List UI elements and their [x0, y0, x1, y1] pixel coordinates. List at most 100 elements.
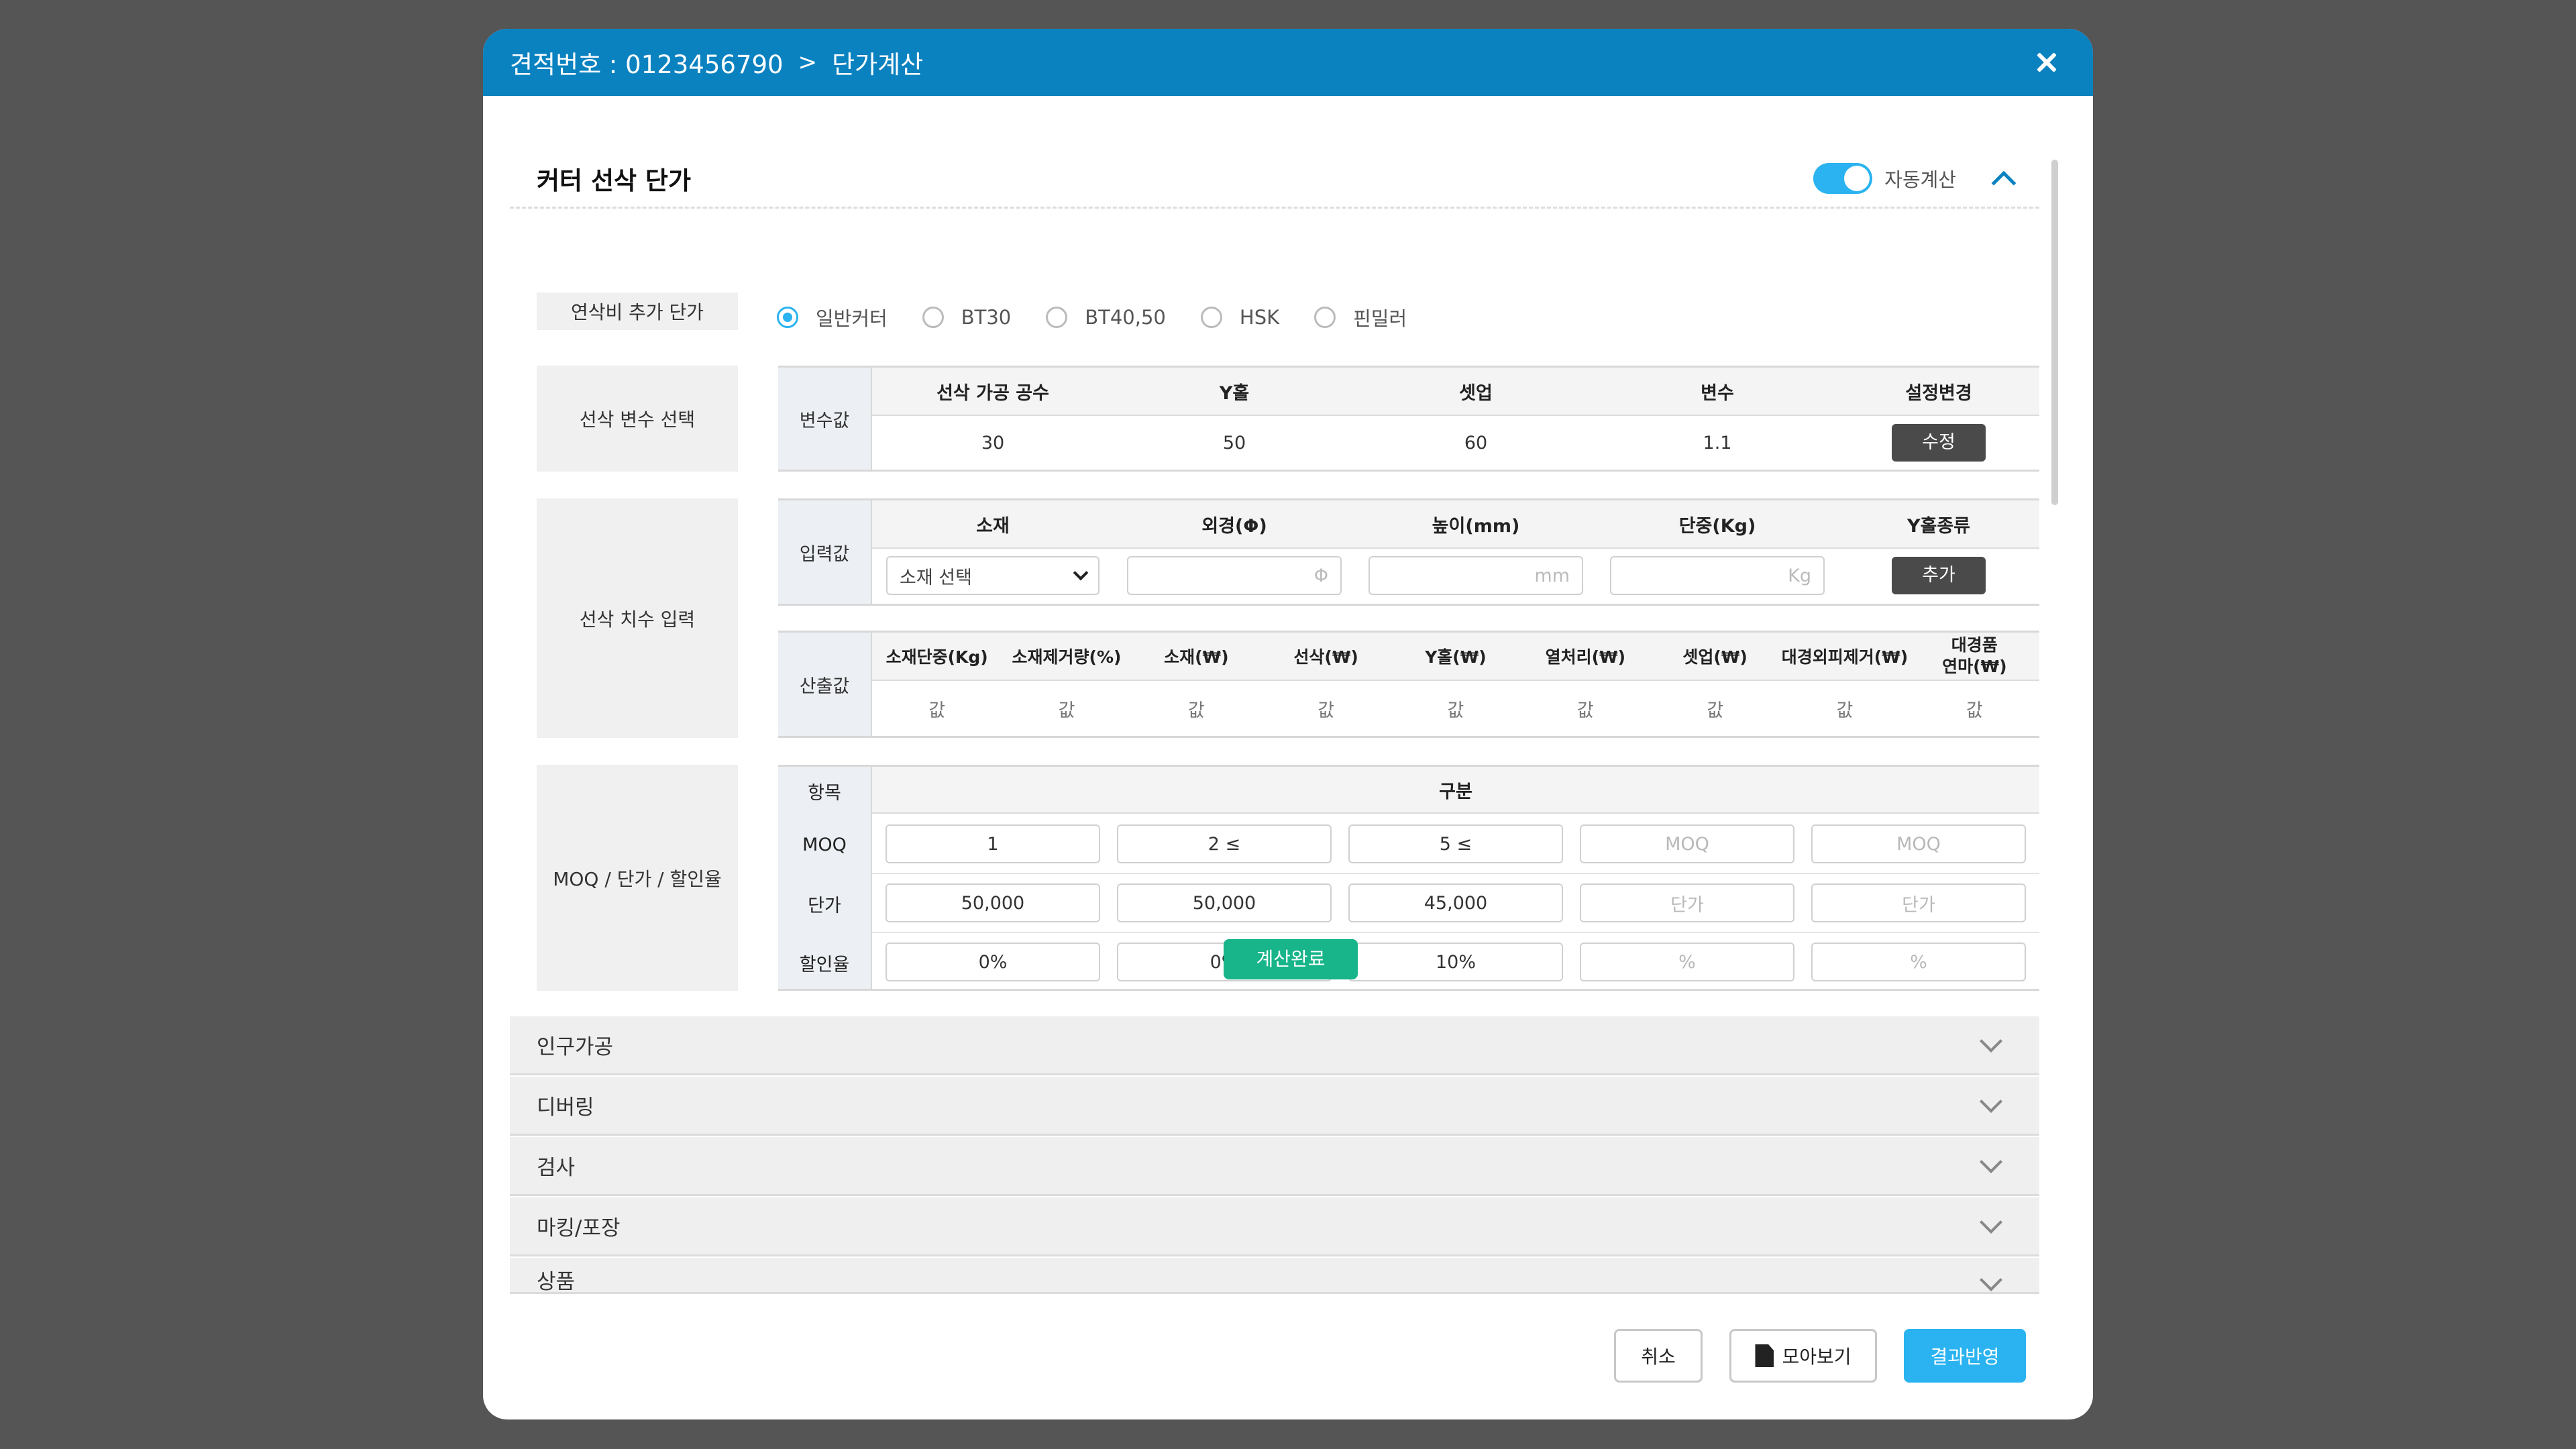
estimate-number: 견적번호 : 0123456790	[510, 50, 784, 79]
column-header: 소재(₩)	[1164, 647, 1229, 667]
price-input[interactable]: 단가	[1580, 883, 1794, 922]
radio-bt40-50[interactable]: BT40,50	[1046, 306, 1166, 329]
pdf-file-icon	[1755, 1344, 1774, 1367]
column-header: 외경(Φ)	[1201, 515, 1267, 537]
accordion-item[interactable]: 검사	[510, 1137, 2039, 1196]
accordion-item[interactable]: 상품	[510, 1258, 2039, 1294]
column-header: 셋업(₩)	[1682, 647, 1748, 667]
unit-price-modal: 견적번호 : 0123456790 > 단가계산 커터 선삭 단가 자동계산 연…	[483, 29, 2093, 1419]
moq-input[interactable]: 1	[885, 824, 1100, 863]
variables-value-row: 30 50 60 1.1 수정	[872, 416, 2039, 470]
radio-unchecked-icon	[1200, 307, 1222, 328]
moq-input[interactable]: 5 ≤	[1348, 824, 1563, 863]
breadcrumb: 견적번호 : 0123456790 > 단가계산	[510, 44, 923, 80]
height-input[interactable]: mm	[1368, 556, 1583, 595]
accordion-item[interactable]: 디버링	[510, 1077, 2039, 1136]
variable-value: 50	[1222, 432, 1246, 453]
variables-header-row: 선삭 가공 공수 Y홀 셋업 변수 설정변경	[872, 368, 2039, 416]
column-header: Y홀	[1219, 382, 1250, 404]
discount-input[interactable]: %	[1811, 943, 2026, 981]
dimension-label: 선삭 치수 입력	[537, 498, 738, 738]
output-value: 값	[1707, 700, 1724, 721]
toggle-knob	[1844, 165, 1870, 191]
scrollbar[interactable]	[2051, 160, 2058, 505]
input-header-row: 소재 외경(Φ) 높이(mm) 단중(Kg) Y홀종류	[872, 500, 2039, 549]
variables-table: 변수값 선삭 가공 공수 Y홀 셋업 변수 설정변경 30 50 60 1.1 …	[778, 366, 2039, 472]
price-row-label: 단가	[808, 895, 841, 916]
price-input[interactable]: 50,000	[885, 883, 1100, 922]
modal-header: 견적번호 : 0123456790 > 단가계산	[483, 29, 2093, 96]
moq-input[interactable]: MOQ	[1580, 824, 1794, 863]
cancel-button[interactable]: 취소	[1614, 1329, 1703, 1383]
price-input[interactable]: 45,000	[1348, 883, 1563, 922]
moq-input[interactable]: MOQ	[1811, 824, 2026, 863]
material-select[interactable]: 소재 선택	[886, 556, 1099, 595]
moq-label: MOQ / 단가 / 할인율	[537, 765, 738, 991]
close-icon[interactable]	[2026, 42, 2066, 83]
edit-button[interactable]: 수정	[1892, 424, 1986, 462]
column-header: 선삭 가공 공수	[936, 382, 1049, 404]
radio-bt30[interactable]: BT30	[922, 306, 1011, 329]
auto-calc-label: 자동계산	[1884, 168, 1956, 191]
radio-general-cutter[interactable]: 일반커터	[777, 303, 888, 331]
column-header: 소재단중(Kg)	[885, 647, 988, 667]
diameter-input[interactable]: Φ	[1127, 556, 1342, 595]
moq-input[interactable]: 2 ≤	[1117, 824, 1332, 863]
discount-row-label: 할인율	[799, 954, 850, 975]
accordion-label: 인구가공	[537, 1035, 614, 1059]
variables-side-label: 변수값	[778, 368, 872, 470]
output-value: 값	[1966, 700, 1983, 721]
column-header: Y홀종류	[1907, 515, 1971, 537]
radio-label: 핀밀러	[1353, 307, 1407, 330]
column-header: 선삭(₩)	[1293, 647, 1358, 667]
moq-header-row: 구분	[872, 767, 2039, 814]
variables-label: 선삭 변수 선택	[537, 366, 738, 472]
column-header: 열처리(₩)	[1545, 647, 1626, 667]
extra-cost-label: 연삭비 추가 단가	[537, 292, 738, 330]
column-header: 설정변경	[1905, 382, 1972, 404]
discount-row: 0% 0% 10% % %	[872, 933, 2039, 991]
page-title: 단가계산	[832, 50, 924, 79]
discount-input[interactable]: %	[1580, 943, 1794, 981]
price-input[interactable]: 50,000	[1117, 883, 1332, 922]
chevron-down-icon	[1980, 1150, 2002, 1173]
auto-calc-toggle[interactable]	[1813, 162, 1873, 194]
breadcrumb-separator-icon: >	[798, 49, 818, 76]
output-value-row: 값 값 값 값 값 값 값 값 값	[872, 681, 2039, 736]
material-select-value: 소재 선택	[900, 567, 972, 588]
radio-unchecked-icon	[1046, 307, 1068, 328]
discount-input[interactable]: 0%	[885, 943, 1100, 981]
preview-button[interactable]: 모아보기	[1729, 1329, 1877, 1383]
accordion-item[interactable]: 마킹/포장	[510, 1197, 2039, 1256]
apply-result-button[interactable]: 결과반영	[1904, 1329, 2026, 1383]
radio-unchecked-icon	[1314, 307, 1336, 328]
collapse-chevron-up-icon[interactable]	[1991, 170, 2017, 195]
calc-complete-button[interactable]: 계산완료	[1224, 939, 1358, 979]
radio-hsk[interactable]: HSK	[1200, 306, 1279, 329]
accordion-label: 마킹/포장	[537, 1216, 621, 1240]
column-header: 대경품 연마(₩)	[1942, 635, 2007, 676]
moq-row-label: MOQ	[802, 834, 847, 855]
chevron-down-icon	[1073, 565, 1089, 581]
accordion-item[interactable]: 인구가공	[510, 1016, 2039, 1075]
input-side-label: 입력값	[778, 500, 872, 604]
moq-item-header: 항목	[808, 782, 841, 804]
modal-footer: 취소 모아보기 결과반영	[483, 1329, 2093, 1417]
radio-unchecked-icon	[922, 307, 944, 328]
weight-input[interactable]: Kg	[1610, 556, 1825, 595]
radio-pin-miller[interactable]: 핀밀러	[1314, 303, 1407, 331]
column-header: 셋업	[1459, 382, 1493, 404]
output-value: 값	[1576, 700, 1594, 721]
section-header: 커터 선삭 단가 자동계산	[510, 150, 2039, 209]
input-row: 소재 선택 Φ mm Kg 추가	[872, 549, 2039, 602]
add-button[interactable]: 추가	[1892, 557, 1986, 594]
accordion-label: 검사	[537, 1156, 576, 1180]
column-header: 소재	[976, 515, 1010, 537]
column-header: 대경외피제거(₩)	[1781, 647, 1909, 667]
column-header: Y홀(₩)	[1425, 647, 1487, 667]
extra-cost-radio-group: 일반커터 BT30 BT40,50 HSK 핀밀러	[777, 297, 1442, 337]
discount-input[interactable]: 10%	[1348, 943, 1563, 981]
price-input[interactable]: 단가	[1811, 883, 2026, 922]
moq-side: 항목 MOQ 단가 할인율	[778, 767, 872, 989]
dimension-input-table: 입력값 소재 외경(Φ) 높이(mm) 단중(Kg) Y홀종류 소재 선택 Φ …	[778, 498, 2039, 606]
